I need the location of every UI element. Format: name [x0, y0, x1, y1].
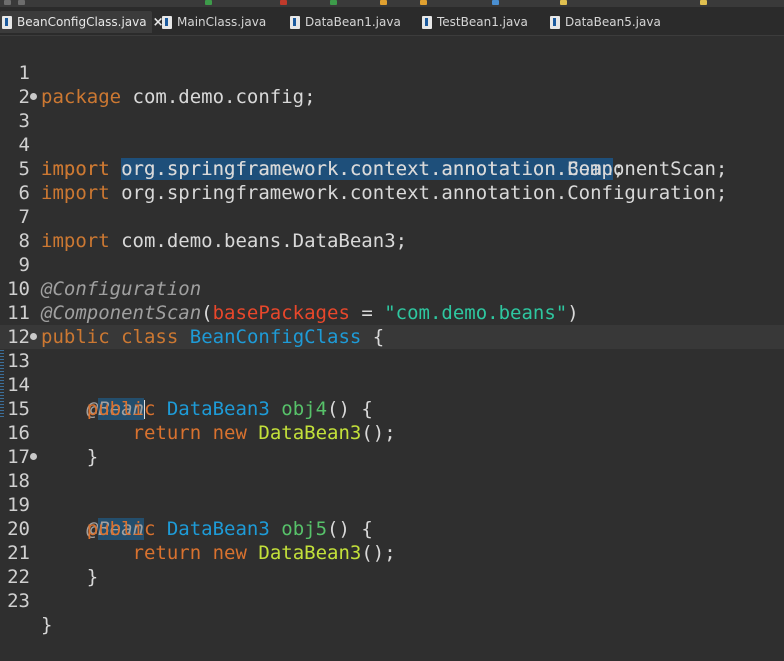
code-line: 22 — [0, 541, 784, 588]
code-line: 18 @Bean — [0, 445, 784, 540]
toolbar-button[interactable] — [420, 0, 427, 5]
punctuation: } — [41, 614, 53, 636]
java-file-icon — [2, 15, 12, 29]
code-line: 5 import org.springframework.context.ann… — [0, 133, 784, 204]
code-line: 7 import com.demo.beans.DataBean3; — [0, 181, 784, 252]
tab-mainclass[interactable]: MainClass.java — [162, 11, 266, 33]
toolbar-button[interactable] — [700, 0, 707, 5]
tab-label: MainClass.java — [177, 15, 267, 29]
toolbar-button[interactable] — [560, 0, 567, 5]
tab-label: BeanConfigClass.java — [17, 15, 147, 29]
tab-label: DataBean5.java — [565, 15, 661, 29]
code-line: 16 } — [0, 397, 784, 468]
tab-label: TestBean1.java — [437, 15, 528, 29]
editor-tab-bar: BeanConfigClass.java × MainClass.java Da… — [0, 7, 784, 36]
toolbar-button[interactable] — [330, 0, 337, 5]
toolbar-button[interactable] — [380, 0, 387, 5]
code-line: 6 — [0, 157, 784, 204]
tab-databean1[interactable]: DataBean1.java — [290, 11, 401, 33]
code-line: 17 — [0, 421, 784, 468]
java-file-icon — [162, 15, 172, 29]
code-line: 9 @Configuration — [0, 229, 784, 300]
fold-toggle-icon[interactable] — [30, 333, 37, 340]
toolbar-button[interactable] — [4, 0, 11, 5]
code-line: 2 — [0, 61, 784, 108]
line-code: } — [41, 613, 52, 637]
code-line: 8 — [0, 205, 784, 252]
fold-toggle-icon[interactable] — [30, 93, 37, 100]
code-line: 23 } — [0, 565, 784, 636]
code-line: 19 public DataBean3 obj5() { — [0, 469, 784, 540]
code-line: 1 package com.demo.config; — [0, 37, 784, 108]
code-line: 12 — [0, 301, 784, 348]
code-line: 20 return new DataBean3(); — [0, 493, 784, 564]
tab-label: DataBean1.java — [305, 15, 401, 29]
code-line: 15 return new DataBean3(); — [0, 373, 784, 444]
line-number: 23 — [7, 590, 30, 612]
toolbar-button[interactable] — [492, 0, 499, 5]
java-file-icon — [550, 15, 560, 29]
tab-databean5[interactable]: DataBean5.java — [550, 11, 661, 33]
code-line: 11 public class BeanConfigClass { — [0, 277, 784, 348]
code-line: 14 public DataBean3 obj4() { — [0, 349, 784, 420]
tab-beanconfigclass[interactable]: BeanConfigClass.java × — [0, 11, 164, 33]
code-line: 13 @Bean — [0, 325, 784, 420]
code-editor[interactable]: 1 package com.demo.config; 2 3 import or… — [0, 36, 784, 636]
fold-toggle-icon[interactable] — [30, 453, 37, 460]
code-line: 4 import org.springframework.context.ann… — [0, 109, 784, 180]
code-line: 3 import org.springframework.context.ann… — [0, 85, 784, 180]
java-file-icon — [422, 15, 432, 29]
toolbar — [0, 0, 784, 7]
java-file-icon — [290, 15, 300, 29]
code-line: 21 } — [0, 517, 784, 588]
toolbar-button[interactable] — [18, 0, 25, 5]
toolbar-button[interactable] — [280, 0, 287, 5]
tab-testbean1[interactable]: TestBean1.java — [422, 11, 528, 33]
code-line: 10 @ComponentScan(basePackages = "com.de… — [0, 253, 784, 324]
toolbar-button[interactable] — [205, 0, 212, 5]
